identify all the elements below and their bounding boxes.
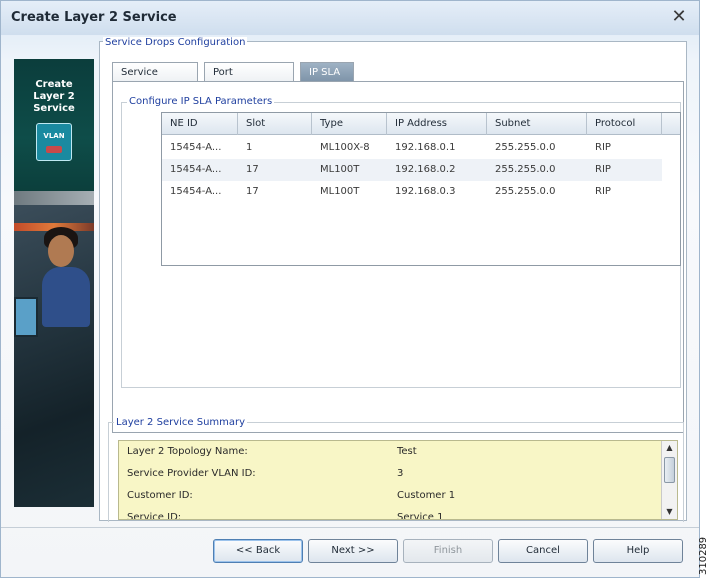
scroll-thumb[interactable] xyxy=(664,457,675,483)
ip-sla-panel: Configure IP SLA Parameters NE ID Slot T… xyxy=(112,81,684,433)
next-button[interactable]: Next >> xyxy=(308,539,398,563)
window-title: Create Layer 2 Service xyxy=(11,10,177,25)
close-icon[interactable]: ✕ xyxy=(669,7,689,27)
banner-title: Create Layer 2 Service xyxy=(33,79,75,114)
banner-header: Create Layer 2 Service VLAN xyxy=(14,59,94,191)
list-item: Layer 2 Topology Name: Test xyxy=(127,446,417,457)
vlan-icon-label: VLAN xyxy=(43,132,65,140)
back-button[interactable]: << Back xyxy=(213,539,303,563)
column-header-type[interactable]: Type xyxy=(312,113,387,135)
scroll-up-icon[interactable]: ▲ xyxy=(662,441,677,455)
wizard-window: Create Layer 2 Service ✕ Create Layer 2 … xyxy=(0,0,700,578)
help-button[interactable]: Help xyxy=(593,539,683,563)
table-row[interactable]: 15454-A... 17 ML100T 192.168.0.3 255.255… xyxy=(162,181,662,203)
wizard-banner: Create Layer 2 Service VLAN xyxy=(14,59,94,507)
tab-service-drops[interactable]: Service Drops xyxy=(112,62,198,97)
table-header: NE ID Slot Type IP Address Subnet Protoc… xyxy=(162,113,680,135)
column-header-subnet[interactable]: Subnet xyxy=(487,113,587,135)
figure-code: 310289 xyxy=(698,536,709,576)
list-item: Service ID: Service 1 xyxy=(127,512,444,520)
column-header-ne-id[interactable]: NE ID xyxy=(162,113,238,135)
column-header-protocol[interactable]: Protocol xyxy=(587,113,662,135)
finish-button[interactable]: Finish xyxy=(403,539,493,563)
column-header-slot[interactable]: Slot xyxy=(238,113,312,135)
table-row[interactable]: 15454-A... 17 ML100T 192.168.0.2 255.255… xyxy=(162,159,662,181)
content-panel: Service Drops Configuration Service Drop… xyxy=(99,37,687,522)
scroll-down-icon[interactable]: ▼ xyxy=(662,505,677,519)
tab-port-attributes[interactable]: Port Attributes xyxy=(204,62,294,97)
title-bar: Create Layer 2 Service ✕ xyxy=(1,1,699,35)
summary-legend: Layer 2 Service Summary xyxy=(114,417,248,428)
list-item: Service Provider VLAN ID: 3 xyxy=(127,468,404,479)
cancel-button[interactable]: Cancel xyxy=(498,539,588,563)
column-header-ip-address[interactable]: IP Address xyxy=(387,113,487,135)
summary-scrollbar[interactable]: ▲ ▼ xyxy=(661,441,677,519)
banner-photo xyxy=(14,205,94,507)
tab-ip-sla[interactable]: IP SLA xyxy=(300,62,354,82)
ip-sla-legend: Configure IP SLA Parameters xyxy=(127,96,275,107)
service-drops-legend: Service Drops Configuration xyxy=(103,37,248,48)
banner-strip xyxy=(14,191,94,205)
vlan-icon: VLAN xyxy=(36,123,72,161)
table-row[interactable]: 15454-A... 1 ML100X-8 192.168.0.1 255.25… xyxy=(162,137,662,159)
ip-sla-table[interactable]: NE ID Slot Type IP Address Subnet Protoc… xyxy=(161,112,681,266)
list-item: Customer ID: Customer 1 xyxy=(127,490,456,501)
summary-list[interactable]: Layer 2 Topology Name: Test Service Prov… xyxy=(118,440,678,520)
